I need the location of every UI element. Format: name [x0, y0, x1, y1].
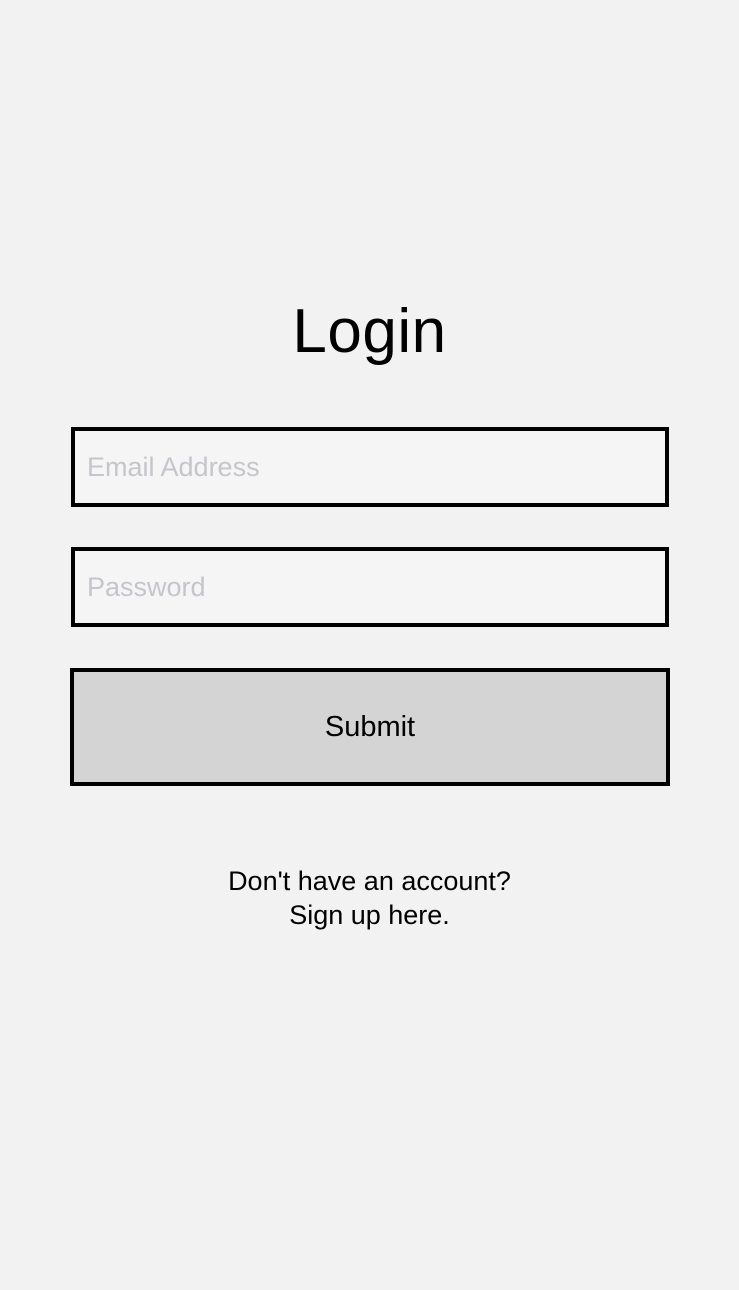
submit-button[interactable]: Submit	[70, 668, 670, 786]
password-field[interactable]	[71, 547, 669, 627]
page-title: Login	[292, 297, 447, 366]
signup-link[interactable]: Sign up here.	[0, 898, 739, 932]
signup-prompt: Don't have an account?	[228, 866, 511, 896]
email-field[interactable]	[71, 427, 669, 507]
login-screen: Login Submit Don't have an account? Sign…	[0, 0, 739, 1290]
